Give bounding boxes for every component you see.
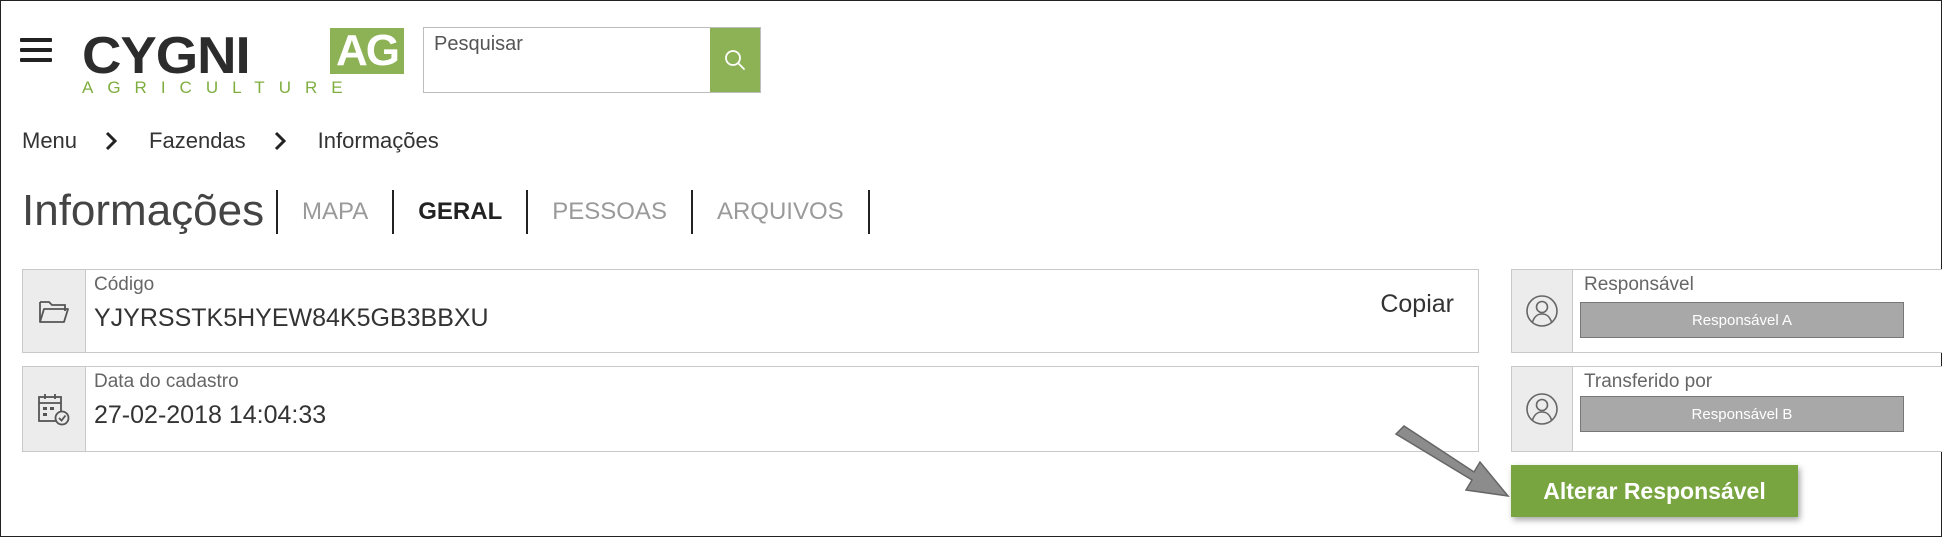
responsible-card: Responsável Responsável A <box>1511 269 1942 353</box>
calendar-check-icon <box>38 394 70 426</box>
tab-mapa[interactable]: MAPA <box>276 190 392 234</box>
responsible-label: Responsável <box>1584 274 1694 295</box>
transferred-label: Transferido por <box>1584 371 1713 392</box>
code-value: YJYRSSTK5HYEW84K5GB3BBXU <box>94 304 489 332</box>
copy-button[interactable]: Copiar <box>1380 290 1454 319</box>
page-title: Informações <box>22 186 265 235</box>
user-icon <box>1526 393 1558 425</box>
logo: CYGNI AG AGRICULTURE <box>82 26 412 98</box>
tab-divider <box>867 190 870 234</box>
search-input[interactable] <box>424 28 711 92</box>
search-icon <box>725 50 745 70</box>
responsible-icon-box <box>1512 270 1573 352</box>
responsible-value: Responsável A <box>1580 302 1904 338</box>
folder-icon <box>39 301 69 323</box>
tab-geral[interactable]: GERAL <box>392 190 526 234</box>
date-label: Data do cadastro <box>94 371 239 392</box>
transferred-value: Responsável B <box>1580 396 1904 432</box>
transferred-by-card: Transferido por Responsável B <box>1511 366 1942 452</box>
code-card: Código YJYRSSTK5HYEW84K5GB3BBXU Copiar <box>22 269 1479 353</box>
annotation-arrow-icon <box>1394 425 1510 498</box>
search-box: Pesquisar <box>423 27 761 93</box>
tab-arquivos[interactable]: ARQUIVOS <box>690 190 868 234</box>
tab-pessoas[interactable]: PESSOAS <box>526 190 691 234</box>
hamburger-menu-icon[interactable] <box>20 38 52 64</box>
breadcrumb-menu[interactable]: Menu <box>22 128 77 154</box>
logo-subtitle: AGRICULTURE <box>82 78 357 97</box>
change-responsible-button[interactable]: Alterar Responsável <box>1511 465 1798 517</box>
date-icon-box <box>23 367 86 451</box>
logo-ag-badge: AG <box>330 28 404 74</box>
breadcrumb-informacoes: Informações <box>317 128 439 153</box>
tab-bar: MAPA GERAL PESSOAS ARQUIVOS <box>276 190 870 234</box>
breadcrumb-fazendas[interactable]: Fazendas <box>149 128 246 154</box>
registration-date-card: Data do cadastro 27-02-2018 14:04:33 <box>22 366 1479 452</box>
transferred-icon-box <box>1512 367 1573 451</box>
search-button[interactable] <box>710 28 760 92</box>
logo-text: CYGNI <box>82 27 251 85</box>
chevron-right-icon <box>274 131 286 151</box>
date-value: 27-02-2018 14:04:33 <box>94 401 327 429</box>
breadcrumb: Menu Fazendas Informações <box>22 128 439 154</box>
chevron-right-icon <box>105 131 118 151</box>
code-label: Código <box>94 274 155 295</box>
user-icon <box>1526 295 1558 327</box>
code-icon-box <box>23 270 86 352</box>
